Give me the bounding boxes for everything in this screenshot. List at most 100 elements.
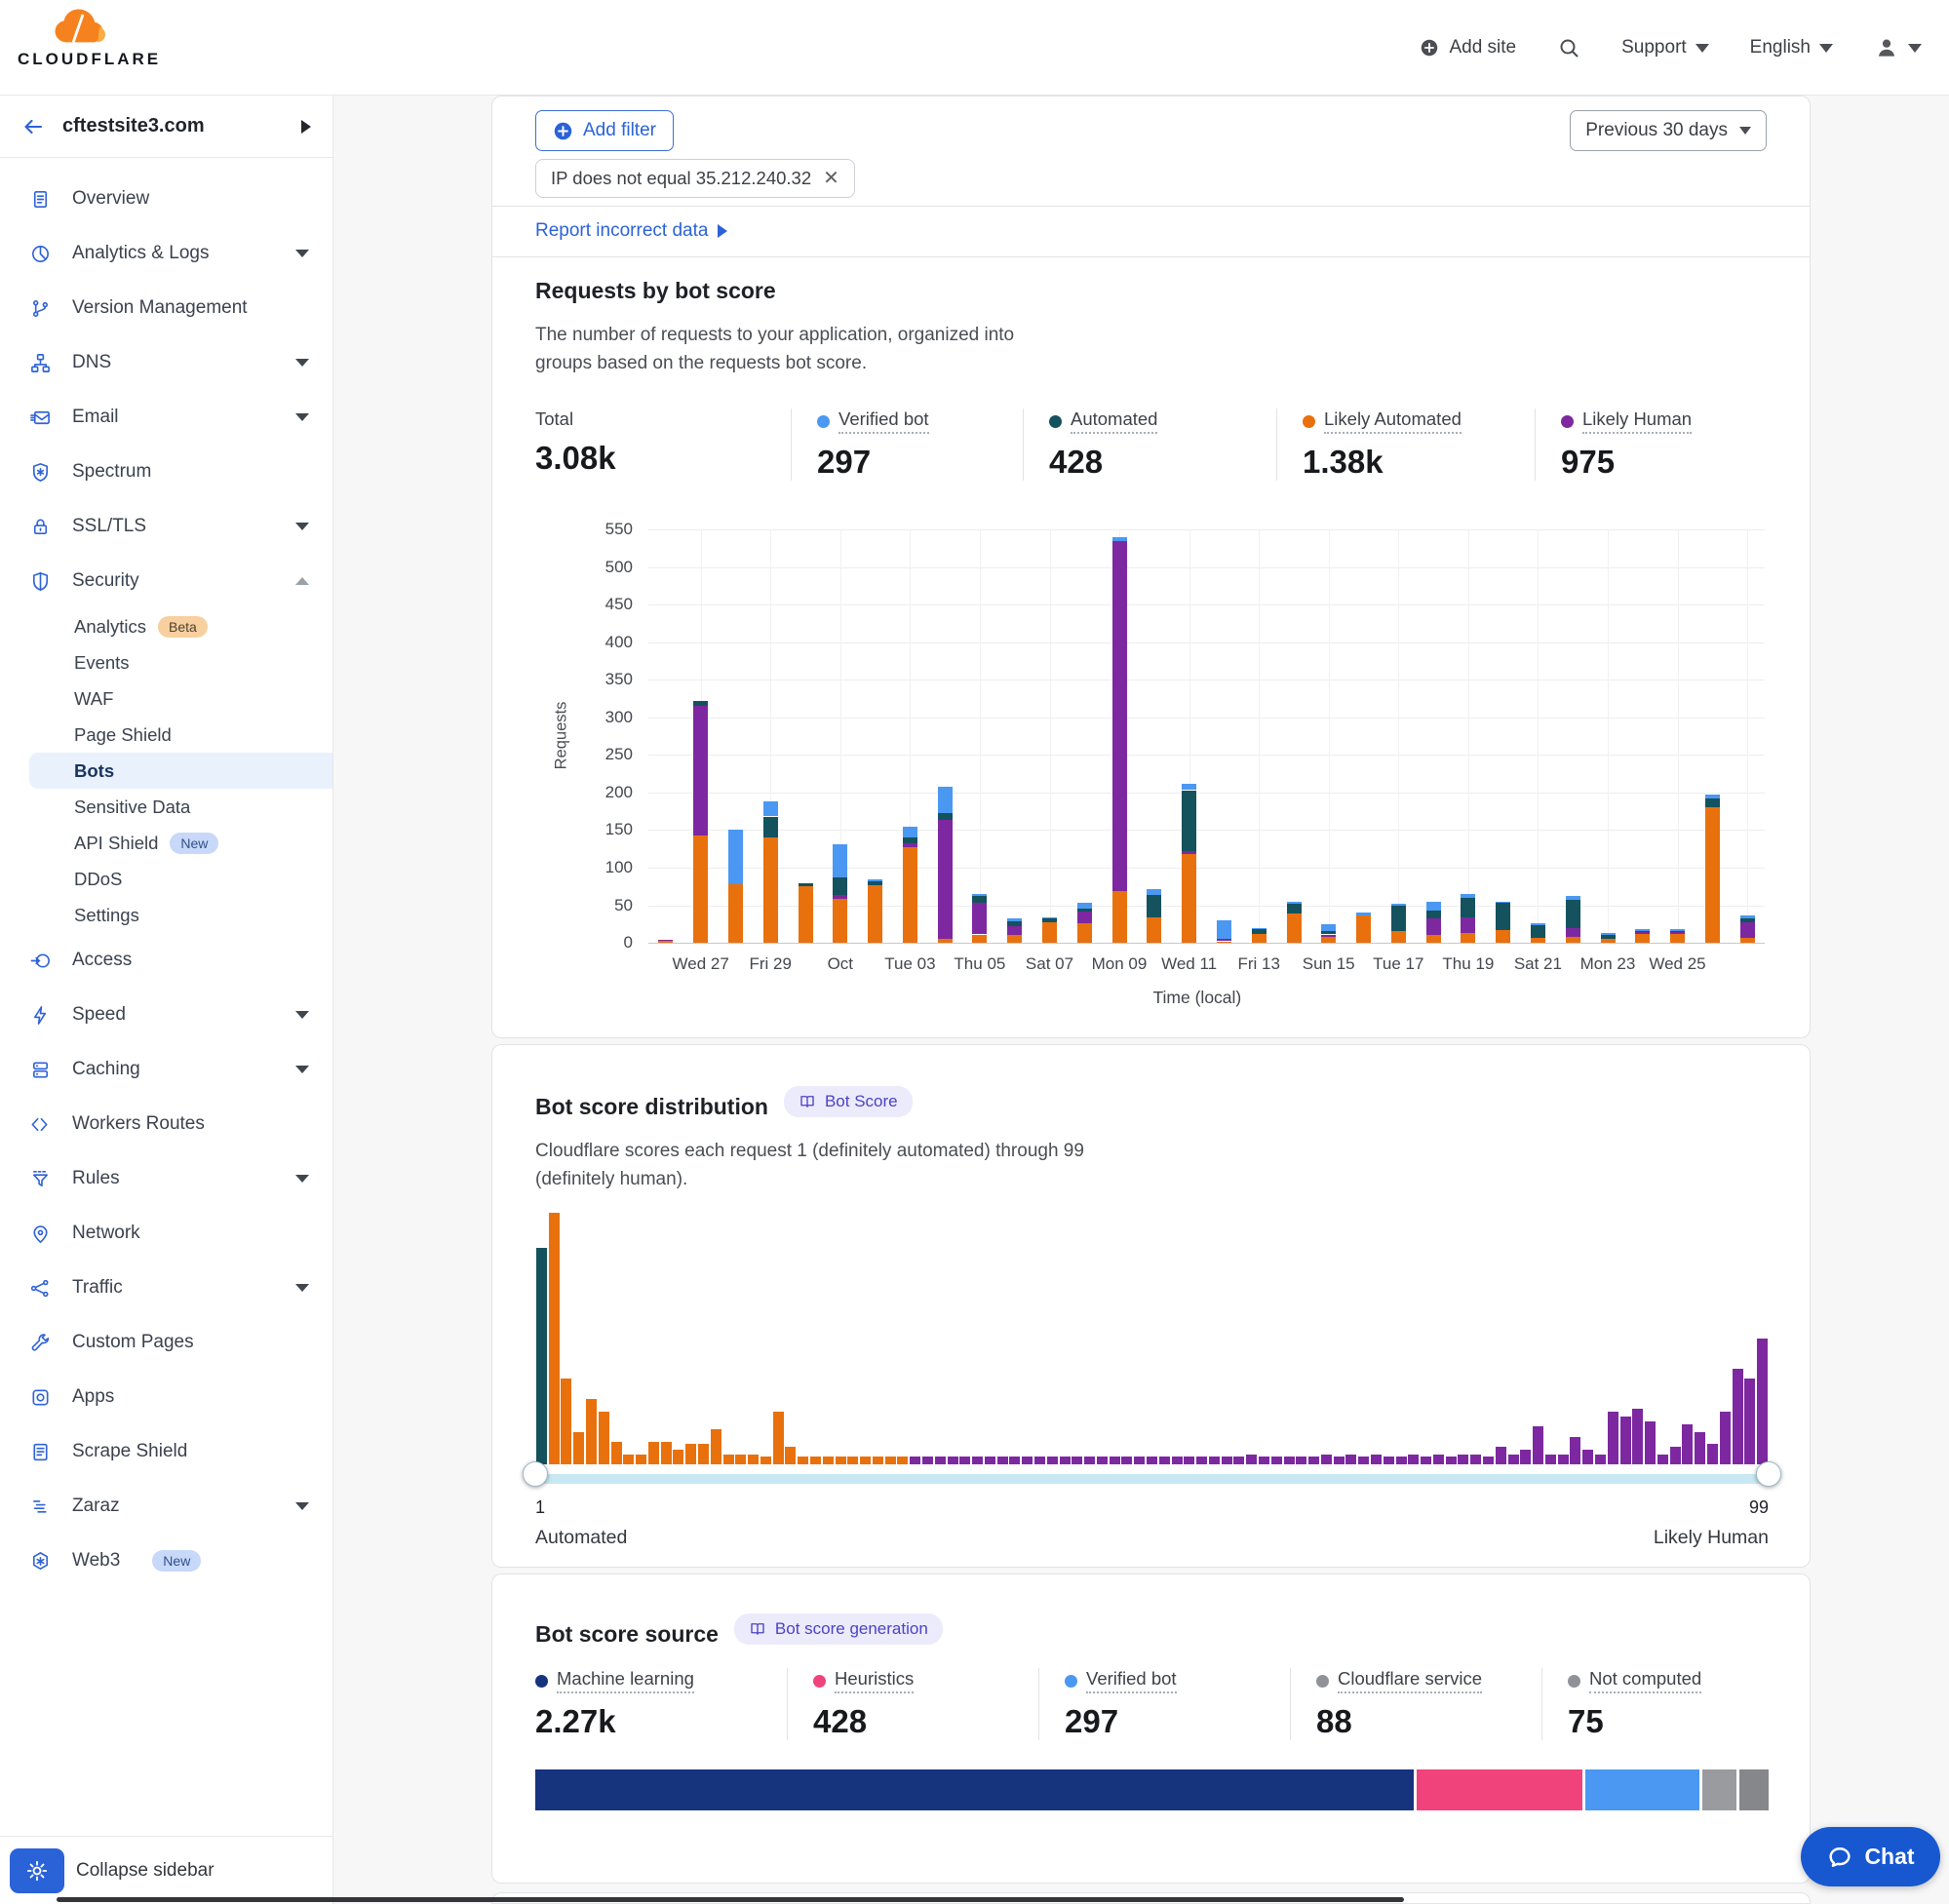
bar-likely-automated[interactable]: [1740, 938, 1755, 943]
bar-likely-automated[interactable]: [1566, 937, 1580, 943]
histogram-bin[interactable]: [897, 1457, 908, 1464]
histogram-bin[interactable]: [561, 1379, 571, 1464]
histogram-bin[interactable]: [1259, 1457, 1269, 1464]
sidebar-item-overview[interactable]: Overview: [0, 172, 332, 226]
source-segment-machine-learning[interactable]: [535, 1769, 1414, 1810]
sidebar-item-apps[interactable]: Apps: [0, 1370, 332, 1424]
sidebar-item-scrape-shield[interactable]: Scrape Shield: [0, 1424, 332, 1479]
histogram-bin[interactable]: [1209, 1457, 1220, 1464]
bar-likely-automated[interactable]: [1252, 934, 1267, 943]
histogram-bin[interactable]: [1308, 1457, 1319, 1464]
bar-verified-bot[interactable]: [1391, 904, 1406, 906]
histogram-bin[interactable]: [1072, 1457, 1082, 1464]
stat-label[interactable]: Automated: [1071, 408, 1157, 434]
histogram-bin[interactable]: [1470, 1455, 1481, 1464]
histogram-bin[interactable]: [948, 1457, 958, 1464]
bar-verified-bot[interactable]: [903, 827, 917, 838]
bar-likely-human[interactable]: [972, 903, 987, 934]
bar-likely-automated[interactable]: [693, 835, 708, 943]
sidebar-item-spectrum[interactable]: Spectrum: [0, 445, 332, 499]
bar-likely-automated[interactable]: [1496, 930, 1510, 943]
bar-likely-automated[interactable]: [1426, 935, 1441, 943]
histogram-bin[interactable]: [685, 1444, 696, 1464]
histogram-bin[interactable]: [1358, 1457, 1369, 1464]
histogram-bin[interactable]: [1670, 1447, 1681, 1464]
filter-chip[interactable]: IP does not equal 35.212.240.32 ✕: [535, 159, 855, 198]
histogram-bin[interactable]: [1632, 1409, 1643, 1464]
sidebar-item-zaraz[interactable]: Zaraz: [0, 1479, 332, 1534]
sidebar-item-workers-routes[interactable]: Workers Routes: [0, 1097, 332, 1151]
bar-verified-bot[interactable]: [1182, 784, 1196, 791]
score-slider-handle-max[interactable]: [1756, 1461, 1781, 1487]
histogram-bin[interactable]: [1284, 1457, 1295, 1464]
histogram-bin[interactable]: [1733, 1369, 1743, 1464]
histogram-bin[interactable]: [1520, 1450, 1531, 1465]
bar-likely-automated[interactable]: [833, 899, 847, 944]
bot-score-generation-badge[interactable]: Bot score generation: [734, 1613, 943, 1645]
stat-label[interactable]: Cloudflare service: [1338, 1668, 1482, 1693]
histogram-bin[interactable]: [1545, 1455, 1556, 1464]
bar-automated[interactable]: [1635, 931, 1650, 933]
histogram-bin[interactable]: [1496, 1447, 1506, 1464]
sidebar-item-events[interactable]: Events: [0, 644, 332, 680]
bar-likely-human[interactable]: [1566, 928, 1580, 937]
add-filter-button[interactable]: Add filter: [535, 110, 674, 151]
bar-likely-human[interactable]: [1321, 935, 1336, 937]
histogram-bin[interactable]: [623, 1455, 634, 1464]
bar-automated[interactable]: [1461, 898, 1475, 917]
bar-verified-bot[interactable]: [1705, 795, 1720, 798]
histogram-bin[interactable]: [1657, 1455, 1668, 1464]
histogram-bin[interactable]: [673, 1450, 683, 1465]
sidebar-item-access[interactable]: Access: [0, 933, 332, 988]
histogram-bin[interactable]: [1172, 1457, 1183, 1464]
histogram-bin[interactable]: [1296, 1457, 1306, 1464]
bar-likely-automated[interactable]: [1077, 923, 1092, 943]
histogram-bin[interactable]: [885, 1457, 896, 1464]
histogram-bin[interactable]: [1421, 1457, 1431, 1464]
histogram-bin[interactable]: [698, 1444, 709, 1464]
histogram-bin[interactable]: [648, 1442, 659, 1464]
histogram-bin[interactable]: [1384, 1457, 1394, 1464]
bar-verified-bot[interactable]: [1601, 933, 1616, 935]
bar-verified-bot[interactable]: [1670, 929, 1685, 931]
histogram-bin[interactable]: [1084, 1457, 1095, 1464]
bar-likely-automated[interactable]: [658, 941, 673, 943]
histogram-bin[interactable]: [1582, 1450, 1593, 1465]
site-selector[interactable]: cftestsite3.com: [0, 96, 332, 158]
bar-likely-automated[interactable]: [1461, 933, 1475, 943]
sidebar-item-settings[interactable]: Settings: [0, 897, 332, 933]
histogram-bin[interactable]: [735, 1455, 746, 1464]
bar-verified-bot[interactable]: [1356, 913, 1371, 915]
bar-verified-bot[interactable]: [1287, 902, 1302, 904]
bar-automated[interactable]: [1077, 909, 1092, 912]
chat-button[interactable]: Chat: [1801, 1827, 1940, 1886]
bar-likely-human[interactable]: [1635, 932, 1650, 934]
histogram-bin[interactable]: [1744, 1379, 1755, 1464]
histogram-bin[interactable]: [611, 1442, 622, 1464]
histogram-bin[interactable]: [810, 1457, 821, 1464]
bar-likely-automated[interactable]: [799, 886, 813, 943]
histogram-bin[interactable]: [1009, 1457, 1020, 1464]
histogram-bin[interactable]: [1408, 1455, 1419, 1464]
bar-likely-automated[interactable]: [1356, 915, 1371, 943]
bar-verified-bot[interactable]: [728, 830, 743, 884]
bar-likely-automated[interactable]: [1601, 939, 1616, 943]
histogram-bin[interactable]: [1271, 1457, 1282, 1464]
search-button[interactable]: [1557, 36, 1580, 59]
bar-automated[interactable]: [1531, 925, 1545, 937]
bar-likely-human[interactable]: [1182, 851, 1196, 854]
sidebar-item-speed[interactable]: Speed: [0, 988, 332, 1042]
bar-likely-automated[interactable]: [1321, 937, 1336, 943]
bar-automated[interactable]: [972, 896, 987, 903]
histogram-bin[interactable]: [636, 1455, 646, 1464]
histogram-bin[interactable]: [798, 1457, 808, 1464]
bar-verified-bot[interactable]: [1531, 923, 1545, 925]
date-range-select[interactable]: Previous 30 days: [1570, 110, 1767, 151]
histogram-bin[interactable]: [1757, 1339, 1768, 1464]
bar-verified-bot[interactable]: [1461, 894, 1475, 898]
bar-likely-automated[interactable]: [1042, 922, 1057, 943]
histogram-bin[interactable]: [748, 1455, 759, 1464]
source-segment-verified-bot[interactable]: [1585, 1769, 1700, 1810]
bar-automated[interactable]: [868, 881, 882, 886]
add-site-button[interactable]: Add site: [1419, 37, 1516, 58]
